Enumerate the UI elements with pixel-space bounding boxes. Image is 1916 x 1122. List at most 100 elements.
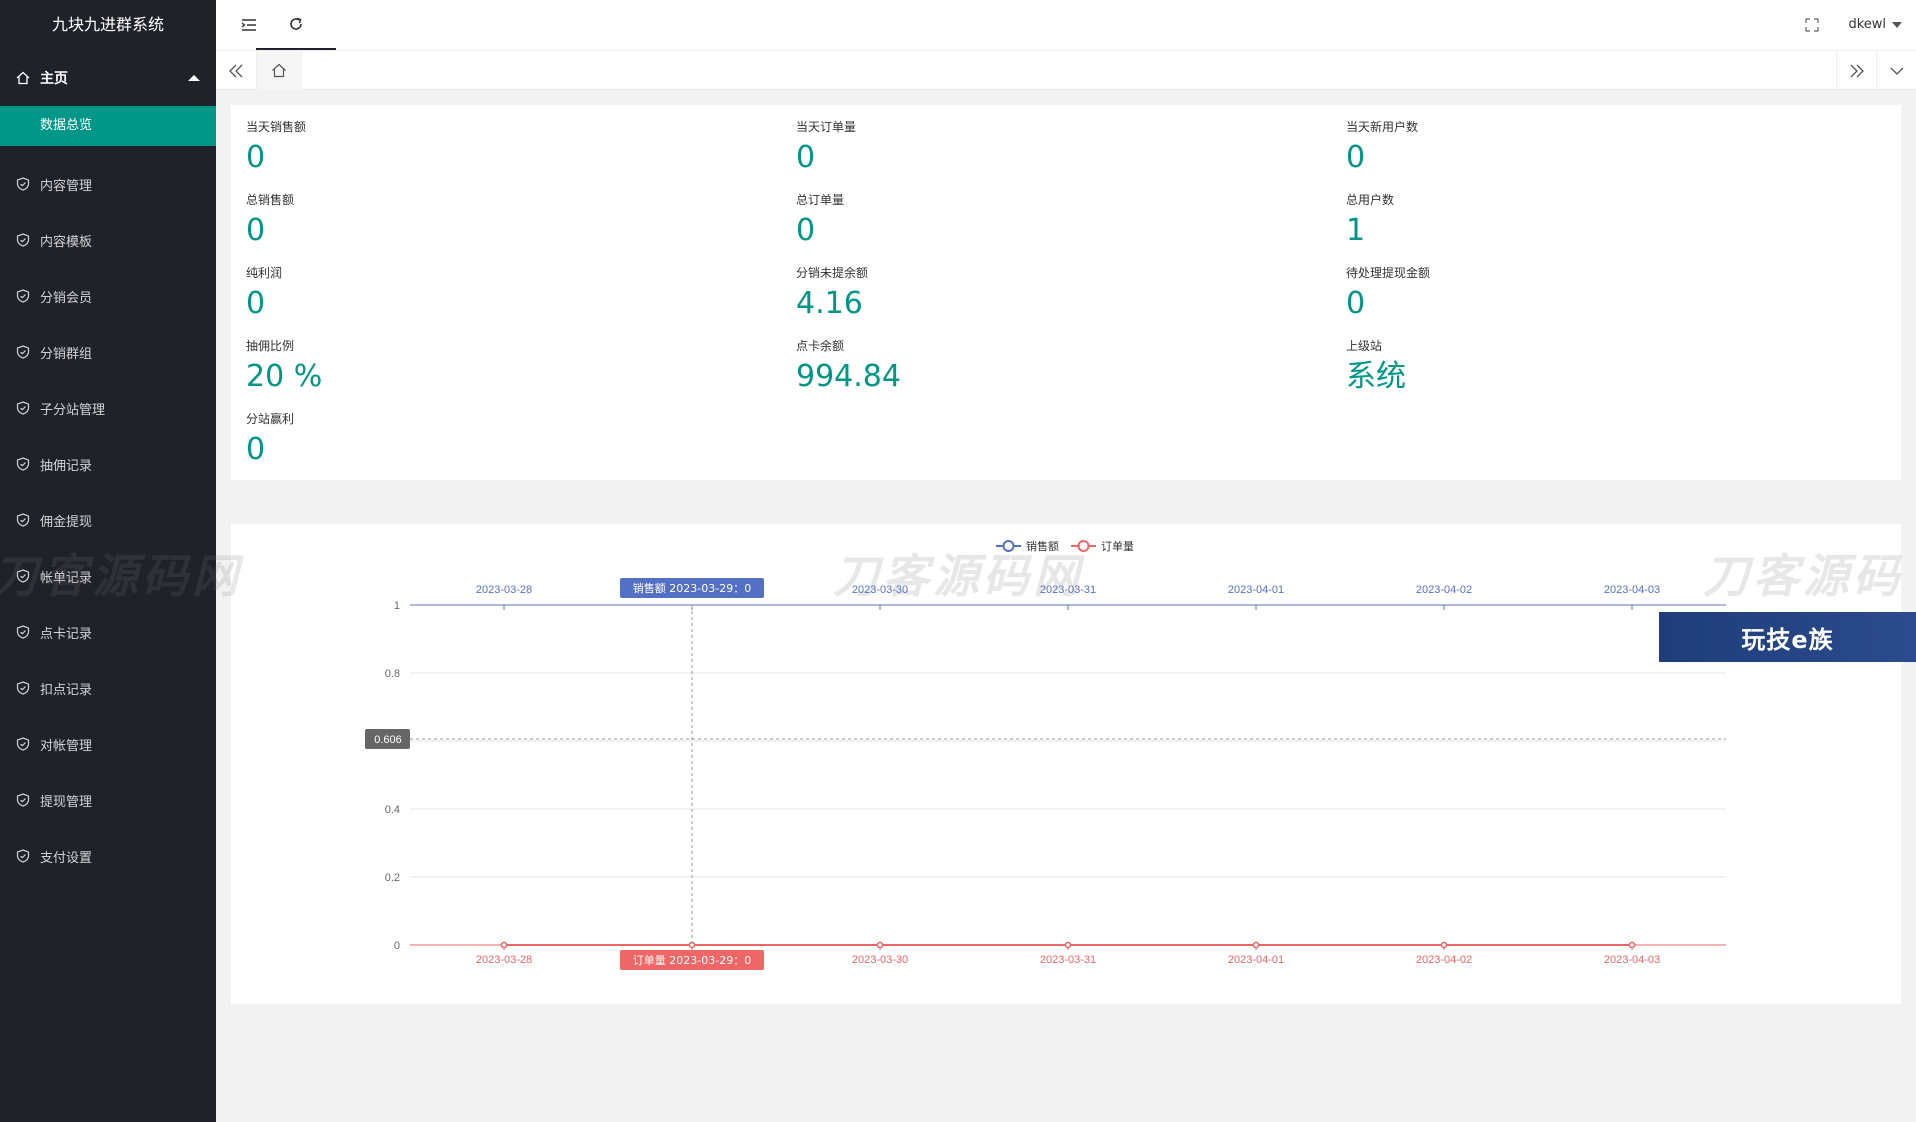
top-header: dkewl [216,0,1916,50]
chevron-up-icon [188,75,200,81]
watermark: 刀客源码网 [833,549,1083,603]
stat-label: 分销未提余额 [796,266,869,280]
stat-value: 0 [1346,286,1366,321]
fullscreen-button[interactable] [1789,0,1835,50]
sidebar-item-label: 分销群组 [40,346,93,362]
watermark: 刀客源码 [1703,549,1903,603]
stat-item: 待处理提现金额 0 [1346,264,1430,321]
sidebar-item-5[interactable]: 抽佣记录 [0,436,216,492]
stat-value: 0 [246,432,266,467]
tabs-prev-button[interactable] [216,51,256,90]
stat-item: 纯利润 0 [246,264,282,321]
watermark: 刀客源码网 [0,549,242,603]
app-title: 九块九进群系统 [51,15,164,34]
stat-label: 当天订单量 [796,120,857,134]
double-chevron-left-icon [229,64,243,77]
shield-check-icon [16,737,30,751]
stat-label: 分站赢利 [246,412,295,426]
stat-item: 当天新用户数 0 [1346,118,1418,175]
shield-check-icon [16,513,30,527]
sidebar-item-3[interactable]: 分销群组 [0,324,216,380]
sidebar-item-label: 内容管理 [40,178,93,194]
shield-check-icon [16,849,30,863]
stat-item: 上级站 系统 [1346,337,1406,394]
refresh-button[interactable] [256,0,336,50]
sidebar-item-label: 支付设置 [40,850,93,866]
stat-value: 0 [1346,140,1366,175]
stat-item: 总销售额 0 [246,191,294,248]
tabs-menu-button[interactable] [1876,51,1916,90]
home-icon [272,63,286,78]
series-point-1 [1440,941,1448,949]
sidebar-item-12[interactable]: 支付设置 [0,828,216,884]
y-tick-label: 0.4 [385,804,400,816]
stat-label: 总用户数 [1346,193,1395,207]
stat-item: 抽佣比例 20 % [246,337,322,394]
sidebar-item-overview[interactable]: 数据总览 [0,106,216,146]
sidebar-item-label: 分销会员 [40,290,93,306]
sidebar-item-home-label: 主页 [40,71,68,87]
sidebar-item-8[interactable]: 点卡记录 [0,604,216,660]
sidebar-item-1[interactable]: 内容模板 [0,212,216,268]
sidebar-item-label: 佣金提现 [40,514,93,530]
sidebar-item-home[interactable]: 主页 [0,50,216,106]
y-tick-label: 1 [394,600,400,612]
top-x-tick-label: 2023-04-03 [1604,584,1660,596]
shield-check-icon [16,401,30,415]
stat-value: 0 [796,213,816,248]
shield-check-icon [16,681,30,695]
sidebar-item-label: 子分站管理 [40,402,106,418]
series-point-1 [1628,941,1636,949]
fullscreen-icon [1805,18,1819,32]
y-tick-label: 0 [394,940,400,952]
stat-item: 当天销售额 0 [246,118,306,175]
stat-value: 994.84 [796,359,901,394]
stat-value: 1 [1346,213,1366,248]
y-tick-label: 0.2 [385,872,400,884]
stat-value: 0 [796,140,816,175]
stat-label: 当天销售额 [246,120,307,134]
stat-item: 分站赢利 0 [246,410,294,467]
sidebar-item-label: 内容模板 [40,234,93,250]
tabs-bar [216,50,1916,90]
stat-label: 点卡余额 [796,339,845,353]
sidebar-item-0[interactable]: 内容管理 [0,156,216,212]
sidebar-item-9[interactable]: 扣点记录 [0,660,216,716]
top-x-tick-label: 2023-03-28 [476,584,532,596]
username: dkewl [1848,17,1886,32]
stat-item: 分销未提余额 4.16 [796,264,868,321]
stat-value: 4.16 [796,286,863,321]
stat-value: 0 [246,140,266,175]
sidebar-item-label: 抽佣记录 [40,458,93,474]
series-point-1 [1252,941,1260,949]
series-point-1 [500,941,508,949]
caret-down-icon [1892,22,1902,28]
tab-home[interactable] [256,51,302,90]
sidebar-item-10[interactable]: 对帐管理 [0,716,216,772]
sidebar-item-label: 对帐管理 [40,738,93,754]
sidebar-item-11[interactable]: 提现管理 [0,772,216,828]
stat-item: 总订单量 0 [796,191,844,248]
y-tick-label: 0.8 [385,668,400,680]
stat-label: 上级站 [1346,339,1383,353]
stat-label: 抽佣比例 [246,339,295,353]
pointer-bottom-label: 订单量 2023-03-29：0 [633,954,751,967]
user-menu[interactable]: dkewl [1848,0,1902,50]
menu-fold-icon [241,19,256,31]
bottom-x-tick-label: 2023-04-02 [1416,954,1472,966]
bottom-x-tick-label: 2023-04-03 [1604,954,1660,966]
double-chevron-right-icon [1850,64,1864,77]
stat-value: 0 [246,213,266,248]
legend-label: 订单量 [1101,540,1134,553]
sidebar-item-4[interactable]: 子分站管理 [0,380,216,436]
top-x-tick-label: 2023-04-01 [1228,584,1284,596]
pointer-y-label: 0.606 [374,734,402,746]
stat-label: 总销售额 [246,193,295,207]
tabs-next-button[interactable] [1836,51,1876,90]
stat-label: 待处理提现金额 [1346,266,1431,280]
shield-check-icon [16,793,30,807]
stat-label: 当天新用户数 [1346,120,1419,134]
bottom-x-tick-label: 2023-03-31 [1040,954,1096,966]
sidebar-item-2[interactable]: 分销会员 [0,268,216,324]
ad-banner[interactable]: 玩技e族 [1659,612,1916,662]
